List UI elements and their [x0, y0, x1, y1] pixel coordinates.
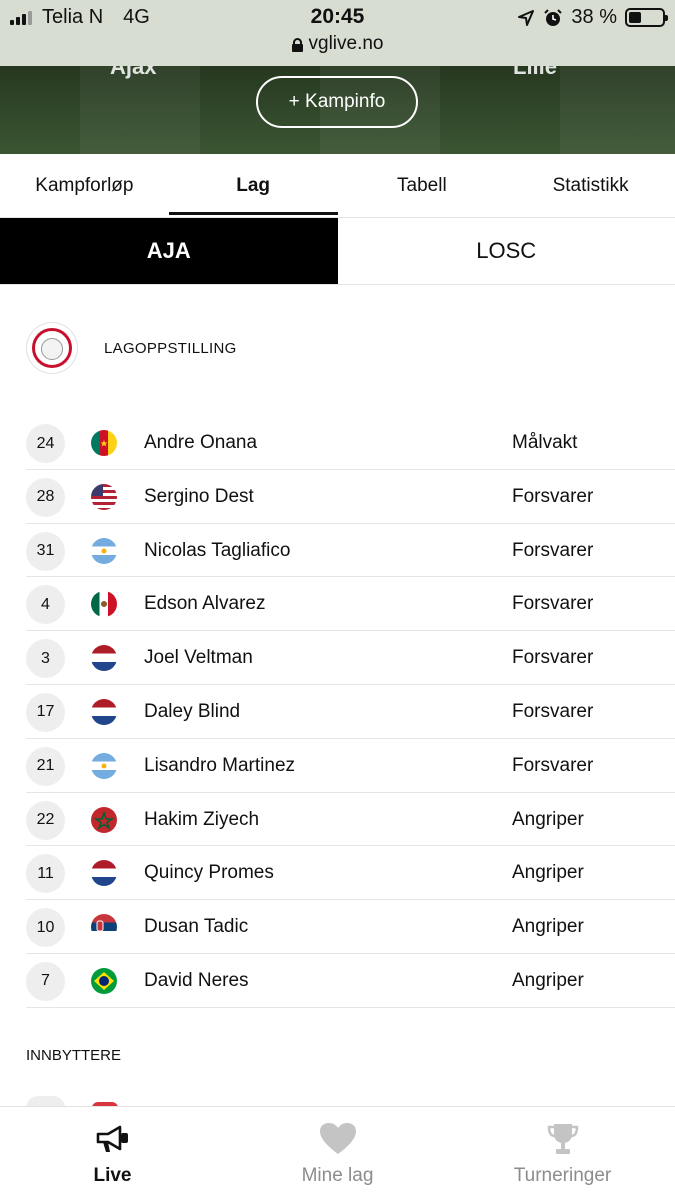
player-number: 10 [26, 908, 65, 948]
nav-mine-lag[interactable]: Mine lag [225, 1107, 450, 1200]
argentina-flag-icon [91, 752, 117, 779]
player-number: 24 [26, 424, 65, 463]
player-number: 3 [26, 639, 65, 679]
player-name: Nicolas Tagliafico [144, 539, 291, 561]
player-position: Angriper [512, 862, 584, 884]
player-row[interactable]: 3 Joel Veltman Forsvarer [26, 631, 675, 685]
player-list: 24 Andre Onana Målvakt 28 Sergino Dest Forsva… [0, 416, 675, 1008]
player-number: 7 [26, 961, 65, 1001]
address-bar[interactable]: vglive.no [0, 33, 675, 55]
player-row[interactable]: 31 Nicolas Tagliafico Forsvarer [26, 524, 675, 578]
player-row[interactable]: 17 Daley Blind Forsvarer [26, 685, 675, 739]
player-name: Sergino Dest [144, 485, 254, 507]
player-position: Angriper [512, 969, 584, 991]
alarm-clock-icon [544, 8, 563, 26]
kampinfo-button[interactable]: + Kampinfo [256, 76, 418, 128]
megaphone-icon [93, 1121, 133, 1157]
player-number: 31 [26, 531, 65, 571]
team-button-losc[interactable]: LOSC [337, 218, 675, 284]
nav-live[interactable]: Live [0, 1107, 225, 1200]
trophy-icon [543, 1121, 583, 1157]
player-name: Daley Blind [144, 700, 241, 722]
status-bar-right: 38 % [517, 6, 668, 29]
player-row[interactable]: 28 Sergino Dest Forsvarer [26, 470, 675, 524]
netherlands-flag-icon [91, 698, 117, 725]
player-number: 22 [26, 800, 65, 840]
team-switch: AJA LOSC [0, 218, 675, 285]
battery-percent: 38 % [571, 6, 617, 28]
serbia-flag-icon [91, 914, 117, 941]
player-position: Forsvarer [512, 700, 594, 722]
player-number: 4 [26, 585, 65, 625]
nav-turneringer[interactable]: Turneringer [450, 1107, 675, 1200]
player-row[interactable]: 7 David Neres Angriper [26, 954, 675, 1008]
player-position: Angriper [512, 808, 584, 830]
player-name: Lisandro Martinez [144, 754, 296, 776]
url-text: vglive.no [308, 33, 384, 54]
tab-statistikk[interactable]: Statistikk [506, 154, 675, 217]
player-name: Quincy Promes [144, 862, 274, 884]
player-row[interactable]: 10 Dusan Tadic Angriper [26, 900, 675, 954]
tab-tabell[interactable]: Tabell [338, 154, 507, 217]
heart-icon [318, 1121, 358, 1157]
player-name: Edson Alvarez [144, 593, 266, 615]
player-row[interactable]: 21 Lisandro Martinez Forsvarer [26, 739, 675, 793]
player-row[interactable]: 4 Edson Alvarez Forsvarer [26, 577, 675, 632]
player-position: Forsvarer [512, 754, 594, 776]
player-position: Målvakt [512, 432, 578, 453]
nav-live-label: Live [93, 1165, 132, 1186]
lock-icon [291, 37, 303, 52]
player-row[interactable]: 24 Andre Onana Målvakt [26, 416, 675, 470]
battery-icon [625, 8, 668, 27]
home-team-name: Ajax [110, 66, 157, 79]
match-tabs: Kampforløp Lag Tabell Statistikk [0, 154, 675, 218]
status-bar: Telia N 4G 20:45 38 % vglive.no [0, 0, 675, 66]
lineup-header: LAGOPPSTILLING [26, 322, 237, 374]
player-number: 21 [26, 746, 65, 786]
tab-lag[interactable]: Lag [168, 154, 338, 217]
player-position: Forsvarer [512, 647, 594, 669]
player-number: 28 [26, 477, 65, 517]
usa-flag-icon [91, 483, 117, 510]
player-position: Forsvarer [512, 593, 594, 615]
netherlands-flag-icon [91, 645, 117, 672]
argentina-flag-icon [91, 537, 117, 564]
player-position: Forsvarer [512, 539, 594, 561]
ajax-logo [26, 322, 78, 374]
substitutes-title: INNBYTTERE [26, 1047, 122, 1064]
player-row[interactable]: 22 Hakim Ziyech Angriper [26, 793, 675, 847]
player-name: Dusan Tadic [144, 916, 249, 938]
player-number: 11 [26, 854, 65, 894]
player-position: Forsvarer [512, 485, 594, 507]
netherlands-flag-icon [91, 860, 117, 887]
tab-kampforlop[interactable]: Kampforløp [0, 154, 169, 217]
player-number: 17 [26, 692, 65, 732]
player-name: Hakim Ziyech [144, 808, 260, 830]
cameroon-flag-icon [91, 430, 117, 456]
player-row[interactable]: 11 Quincy Promes Angriper [26, 846, 675, 901]
away-team-name: Lille [513, 66, 558, 79]
team-button-aja[interactable]: AJA [0, 218, 338, 284]
player-position: Angriper [512, 916, 584, 938]
location-arrow-icon [518, 9, 535, 26]
nav-turneringer-label: Turneringer [513, 1165, 612, 1186]
player-name: Andre Onana [144, 432, 258, 453]
nav-mine-lag-label: Mine lag [301, 1165, 374, 1186]
bottom-nav: Live Mine lag Turneringer [0, 1106, 675, 1200]
mexico-flag-icon [91, 591, 117, 618]
match-header: Ajax Lille + Kampinfo [0, 66, 675, 154]
player-name: David Neres [144, 969, 249, 991]
brazil-flag-icon [91, 967, 117, 994]
player-name: Joel Veltman [144, 647, 253, 669]
lineup-title: LAGOPPSTILLING [104, 339, 237, 357]
morocco-flag-icon [91, 806, 117, 833]
